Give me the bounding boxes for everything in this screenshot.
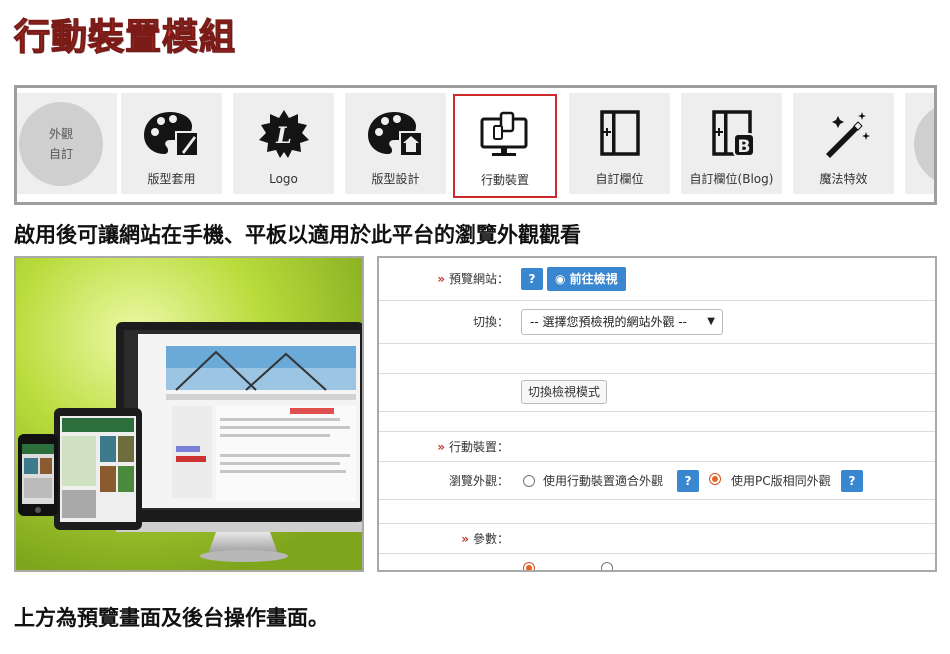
page-title: 行動裝置模組 (13, 16, 237, 58)
module-label: Logo (269, 172, 298, 186)
preview-site-row: » 預覽網站： ? ◉ 前往檢視 (379, 258, 935, 301)
appearance-custom-circle: 外觀 自訂 (19, 102, 103, 186)
appearance-select[interactable]: -- 選擇您預檢視的網站外觀 -- ▼ (521, 309, 723, 335)
palette-brush-icon (144, 112, 199, 157)
goto-preview-label: 前往檢視 (569, 272, 618, 286)
devices-icon (480, 111, 528, 156)
module-template-apply[interactable]: 版型套用 (121, 93, 222, 194)
chevron-right-icon: » (437, 440, 445, 454)
pc-option-help-button[interactable]: ? (841, 470, 863, 492)
module-label: 版型設計 (371, 172, 420, 186)
svg-text:B: B (738, 137, 751, 157)
next-module-card[interactable] (905, 93, 934, 194)
radio-pc-appearance[interactable] (709, 473, 721, 485)
module-custom-column[interactable]: 自訂欄位 (569, 93, 670, 194)
svg-text:L: L (275, 123, 291, 149)
chevron-right-icon: » (461, 532, 469, 546)
next-module-circle (914, 102, 934, 186)
module-label: 版型套用 (147, 172, 196, 186)
spacer-row (379, 344, 935, 374)
switch-label: 切換： (472, 315, 509, 329)
preview-site-label: » 預覽網站： (437, 270, 509, 288)
device-preview-image (14, 256, 364, 572)
module-custom-column-blog[interactable]: B 自訂欄位(Blog) (681, 93, 782, 194)
option-mobile-label: 使用行動裝置適合外觀 (543, 474, 664, 488)
module-logo[interactable]: L Logo (233, 93, 334, 194)
footer-note: 上方為預覽畫面及後台操作畫面。 (14, 606, 329, 630)
palette-home-icon (368, 112, 423, 157)
switch-row: 切換： -- 選擇您預檢視的網站外觀 -- ▼ (379, 301, 935, 344)
browse-appearance-row: 瀏覽外觀： 使用行動裝置適合外觀 ? 使用PC版相同外觀 ? (379, 462, 935, 500)
module-label: 魔法特效 (819, 172, 868, 186)
radio-mobile-appearance[interactable] (523, 475, 535, 487)
mobile-section-text: 行動裝置： (448, 440, 509, 454)
option-pc-label: 使用PC版相同外觀 (731, 474, 831, 488)
settings-panel: » 預覽網站： ? ◉ 前往檢視 切換： -- 選擇您預檢視的網站外觀 -- ▼ 切… (377, 256, 937, 572)
spacer-row (379, 500, 935, 524)
mobile-section-label: » 行動裝置： (437, 438, 509, 456)
chevron-right-icon: » (437, 272, 445, 286)
module-template-design[interactable]: 版型設計 (345, 93, 446, 194)
module-mobile-device[interactable]: 行動裝置 (453, 94, 557, 198)
eye-icon: ◉ (555, 272, 570, 286)
module-toolbar: 外觀 自訂 版型套用 L Logo 版型設計 行動裝置 自訂欄位 B 自訂欄位(… (14, 85, 937, 205)
module-magic-effect[interactable]: 魔法特效 (793, 93, 894, 194)
preview-site-text: 預覽網站： (448, 272, 509, 286)
radio-cut-off[interactable] (523, 562, 535, 570)
preview-help-button[interactable]: ? (521, 268, 543, 290)
custom-column-blog-icon: B (712, 110, 755, 157)
module-label: 自訂欄位 (595, 172, 644, 186)
module-label: 行動裝置 (480, 173, 529, 187)
appearance-custom-card[interactable]: 外觀 自訂 (17, 93, 117, 194)
devices-illustration (16, 258, 362, 570)
cut-off-row (379, 554, 935, 570)
mobile-option-help-button[interactable]: ? (677, 470, 699, 492)
spacer-row (379, 412, 935, 432)
logo-badge-icon: L (259, 110, 309, 158)
section-heading: 啟用後可讓網站在手機、平板以適用於此平台的瀏覽外觀觀看 (14, 223, 581, 247)
switch-view-mode-button[interactable]: 切換檢視模式 (521, 380, 608, 404)
appearance-select-value: -- 選擇您預檢視的網站外觀 -- (530, 315, 687, 329)
radio-cut-off-2[interactable] (601, 562, 613, 570)
caret-down-icon: ▼ (707, 316, 715, 327)
appearance-custom-label: 外觀 自訂 (48, 127, 73, 161)
module-label: 自訂欄位(Blog) (689, 172, 774, 186)
params-row: » 參數： (379, 524, 935, 554)
goto-preview-button[interactable]: ◉ 前往檢視 (547, 267, 626, 291)
magic-wand-icon (826, 112, 870, 158)
custom-column-icon (600, 110, 640, 156)
mobile-section-row: » 行動裝置： (379, 432, 935, 462)
switch-mode-row: 切換檢視模式 (379, 374, 935, 412)
params-text: 參數： (472, 532, 509, 546)
params-label: » 參數： (461, 530, 509, 548)
browse-appearance-label: 瀏覽外觀： (448, 474, 509, 488)
